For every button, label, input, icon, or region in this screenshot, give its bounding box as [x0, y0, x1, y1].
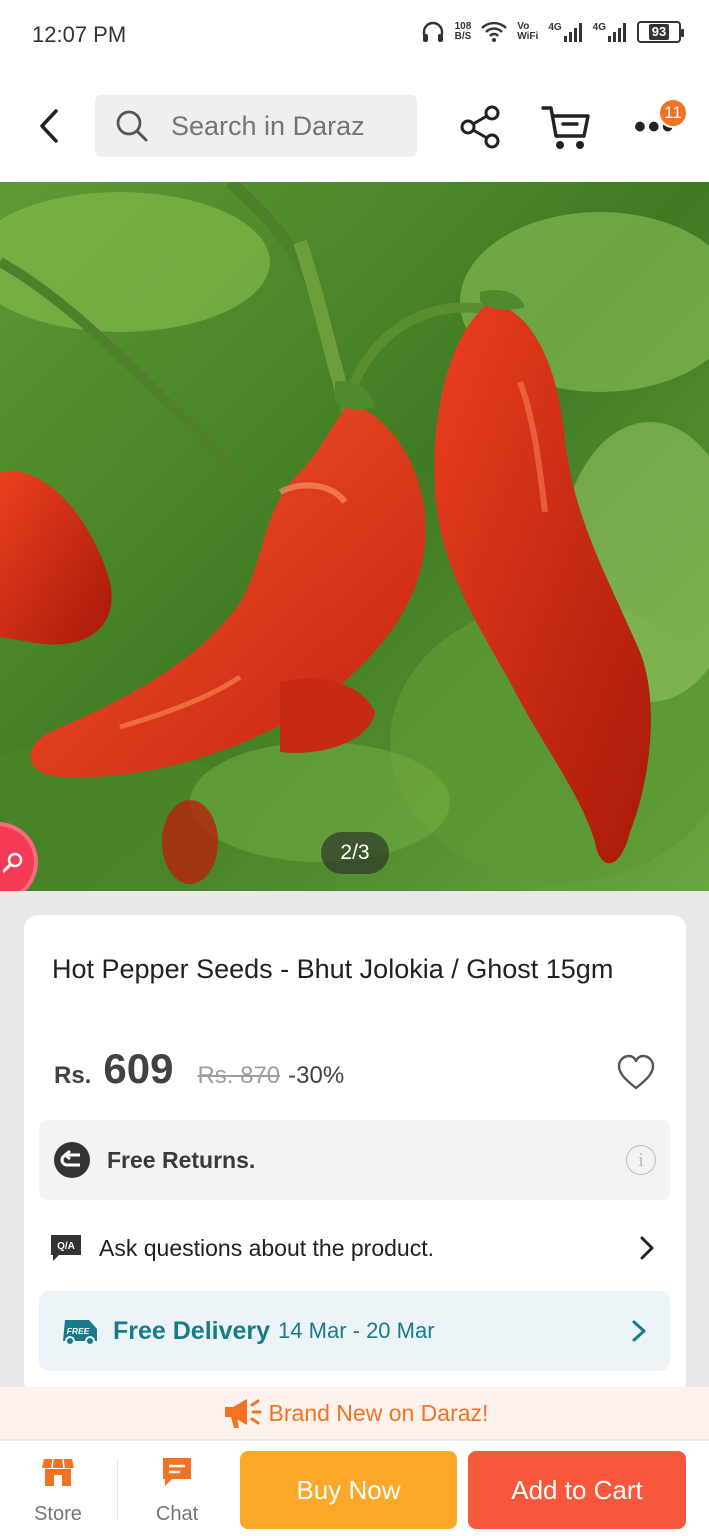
product-detail-page: 12:07 PM 108 B/S Vo WiFi 4G 4G 93 Search…	[0, 0, 709, 1536]
back-button[interactable]	[28, 104, 72, 148]
questions-row[interactable]: Q/A Ask questions about the product.	[39, 1213, 670, 1283]
price-currency: Rs.	[54, 1062, 92, 1089]
more-options-button[interactable]: ••• 11	[628, 98, 688, 148]
headphones-icon	[421, 20, 445, 44]
cart-button[interactable]	[540, 102, 592, 152]
heart-icon	[617, 1054, 655, 1090]
search-placeholder: Search in Daraz	[171, 110, 365, 141]
store-label: Store	[34, 1503, 82, 1525]
qa-icon: Q/A	[51, 1235, 81, 1261]
network-speed: 108 B/S	[455, 22, 472, 42]
free-returns-label: Free Returns.	[107, 1146, 256, 1173]
questions-label: Ask questions about the product.	[99, 1234, 434, 1261]
sim1-label: 4G	[548, 22, 562, 33]
product-photo	[0, 182, 709, 891]
return-icon	[54, 1142, 90, 1178]
cart-icon	[541, 106, 590, 149]
network-speed-unit: B/S	[454, 31, 472, 42]
add-to-cart-button[interactable]: Add to Cart	[468, 1451, 686, 1529]
chat-button[interactable]: Chat	[137, 1451, 217, 1531]
current-price: 609	[103, 1045, 174, 1092]
share-button[interactable]	[458, 104, 504, 150]
store-icon	[42, 1458, 74, 1486]
promo-text: Brand New on Daraz!	[268, 1399, 489, 1426]
top-navigation-bar: Search in Daraz ••• 11	[0, 72, 709, 182]
wishlist-button[interactable]	[616, 1053, 656, 1093]
status-bar: 12:07 PM 108 B/S Vo WiFi 4G 4G 93	[0, 0, 709, 72]
back-arrow-icon	[40, 109, 58, 143]
share-icon	[460, 105, 500, 149]
free-delivery-title: Free Delivery	[113, 1316, 271, 1345]
tab-divider	[117, 1459, 118, 1519]
qa-icon-text: Q/A	[57, 1241, 75, 1252]
search-icon	[116, 110, 148, 142]
product-info-card: Hot Pepper Seeds - Bhut Jolokia / Ghost …	[24, 915, 686, 1395]
sim1-signal-icon: 4G	[548, 22, 582, 42]
store-button[interactable]: Store	[18, 1451, 98, 1531]
notification-badge: 11	[658, 98, 688, 128]
bottom-action-bar: Store Chat Buy Now Add to Cart	[0, 1440, 709, 1536]
image-search-icon	[3, 852, 23, 873]
vowifi-bottom: WiFi	[517, 31, 539, 42]
free-delivery-icon: FREE	[63, 1320, 97, 1345]
free-delivery-banner[interactable]: FREE Free Delivery 14 Mar - 20 Mar	[39, 1291, 670, 1371]
sim2-label: 4G	[592, 22, 606, 33]
original-price: Rs. 870	[197, 1062, 281, 1089]
discount-percent: -30%	[288, 1062, 345, 1089]
wifi-icon	[481, 21, 508, 43]
free-returns-banner[interactable]: Free Returns. i	[39, 1120, 670, 1200]
free-icon-text: FREE	[67, 1326, 90, 1336]
chevron-right-icon	[640, 1236, 654, 1260]
buy-now-button[interactable]: Buy Now	[240, 1451, 457, 1529]
status-time: 12:07 PM	[32, 22, 127, 47]
chat-label: Chat	[155, 1503, 199, 1525]
info-icon[interactable]: i	[626, 1145, 656, 1175]
chat-icon	[163, 1458, 191, 1486]
delivery-chevron-right-icon	[632, 1320, 646, 1342]
product-image-carousel[interactable]	[0, 182, 709, 891]
product-title: Hot Pepper Seeds - Bhut Jolokia / Ghost …	[52, 954, 614, 984]
delivery-dates: 14 Mar - 20 Mar	[278, 1318, 435, 1343]
megaphone-icon	[224, 1399, 262, 1428]
search-input[interactable]: Search in Daraz	[95, 95, 417, 157]
promo-strip[interactable]: Brand New on Daraz!	[0, 1387, 709, 1439]
image-counter: 2/3	[321, 832, 389, 874]
sim2-signal-icon: 4G	[593, 22, 627, 42]
price-row: Rs. 609 Rs. 870 -30%	[54, 1045, 344, 1093]
vowifi-indicator: Vo WiFi	[517, 22, 538, 42]
battery-level: 93	[648, 24, 670, 40]
status-icons: 108 B/S Vo WiFi 4G 4G 93	[421, 20, 684, 44]
battery-icon: 93	[637, 21, 684, 43]
